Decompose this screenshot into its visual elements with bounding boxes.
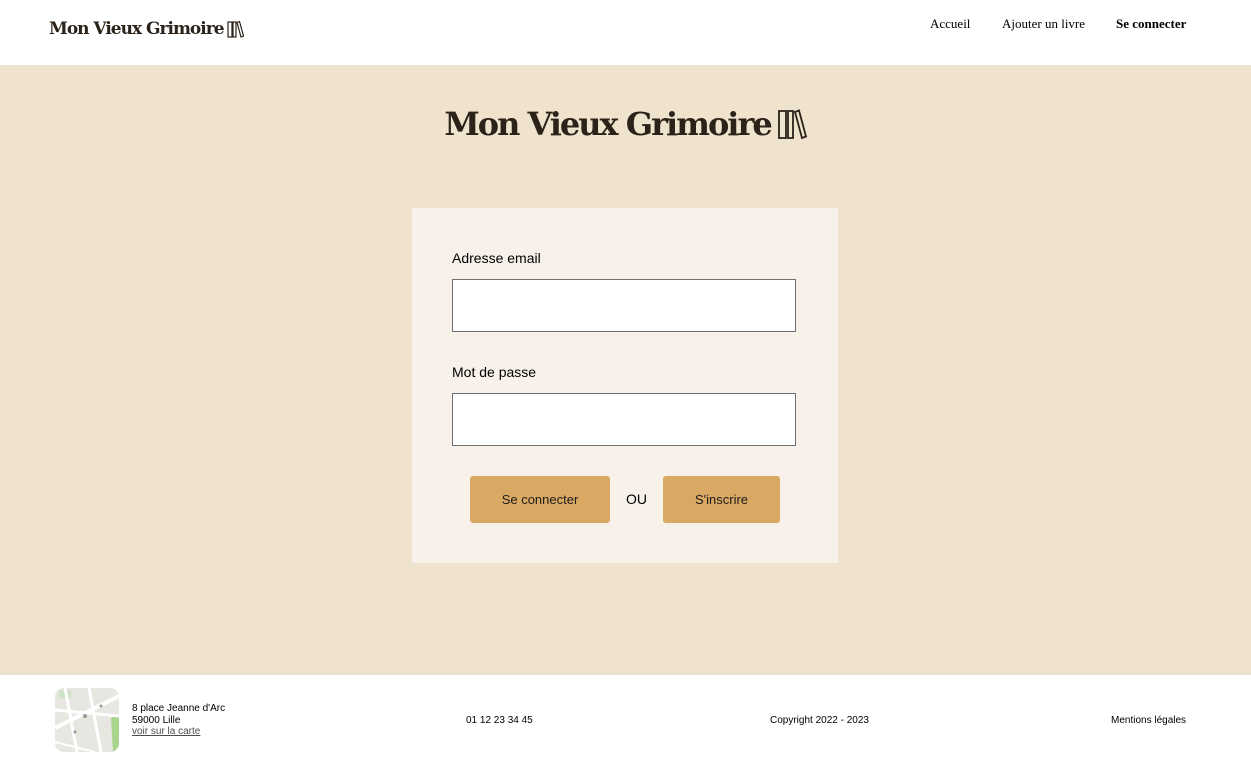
address-line-1: 8 place Jeanne d'Arc — [132, 703, 226, 714]
signup-button[interactable]: S'inscrire — [663, 476, 780, 523]
password-label: Mot de passe — [452, 364, 537, 380]
login-card: Adresse email Mot de passe Se connecter … — [412, 208, 838, 563]
login-button[interactable]: Se connecter — [470, 476, 610, 523]
hero-title: Mon Vieux Grimoire — [444, 105, 772, 143]
nav-login[interactable]: Se connecter — [1116, 16, 1186, 32]
legal-notice-link[interactable]: Mentions légales — [1111, 715, 1186, 726]
email-label: Adresse email — [452, 250, 541, 266]
address-line-2: 59000 Lille — [132, 714, 181, 726]
password-field[interactable] — [452, 393, 796, 446]
or-separator: OU — [626, 491, 647, 507]
map-icon — [55, 688, 119, 752]
site-footer: 8 place Jeanne d'Arc 59000 Lille voir su… — [0, 675, 1251, 764]
nav-add-book[interactable]: Ajouter un livre — [1002, 16, 1085, 32]
footer-copyright: Copyright 2022 - 2023 — [770, 715, 869, 726]
map-link[interactable]: voir sur la carte — [132, 726, 200, 737]
books-icon — [226, 20, 244, 38]
email-field[interactable] — [452, 279, 796, 332]
hero-logo: Mon Vieux Grimoire — [0, 101, 1251, 147]
header-logo[interactable]: Mon Vieux Grimoire — [49, 14, 244, 44]
map-thumbnail[interactable] — [55, 688, 119, 752]
books-icon — [777, 109, 807, 140]
footer-address: 8 place Jeanne d'Arc 59000 Lille voir su… — [132, 703, 225, 738]
site-header: Mon Vieux Grimoire Accueil Ajouter un li… — [0, 0, 1251, 65]
footer-phone: 01 12 23 34 45 — [466, 715, 533, 726]
main-content: Mon Vieux Grimoire Adresse email Mot de … — [0, 65, 1251, 675]
header-logo-text: Mon Vieux Grimoire — [49, 19, 225, 39]
nav-home[interactable]: Accueil — [930, 16, 970, 32]
